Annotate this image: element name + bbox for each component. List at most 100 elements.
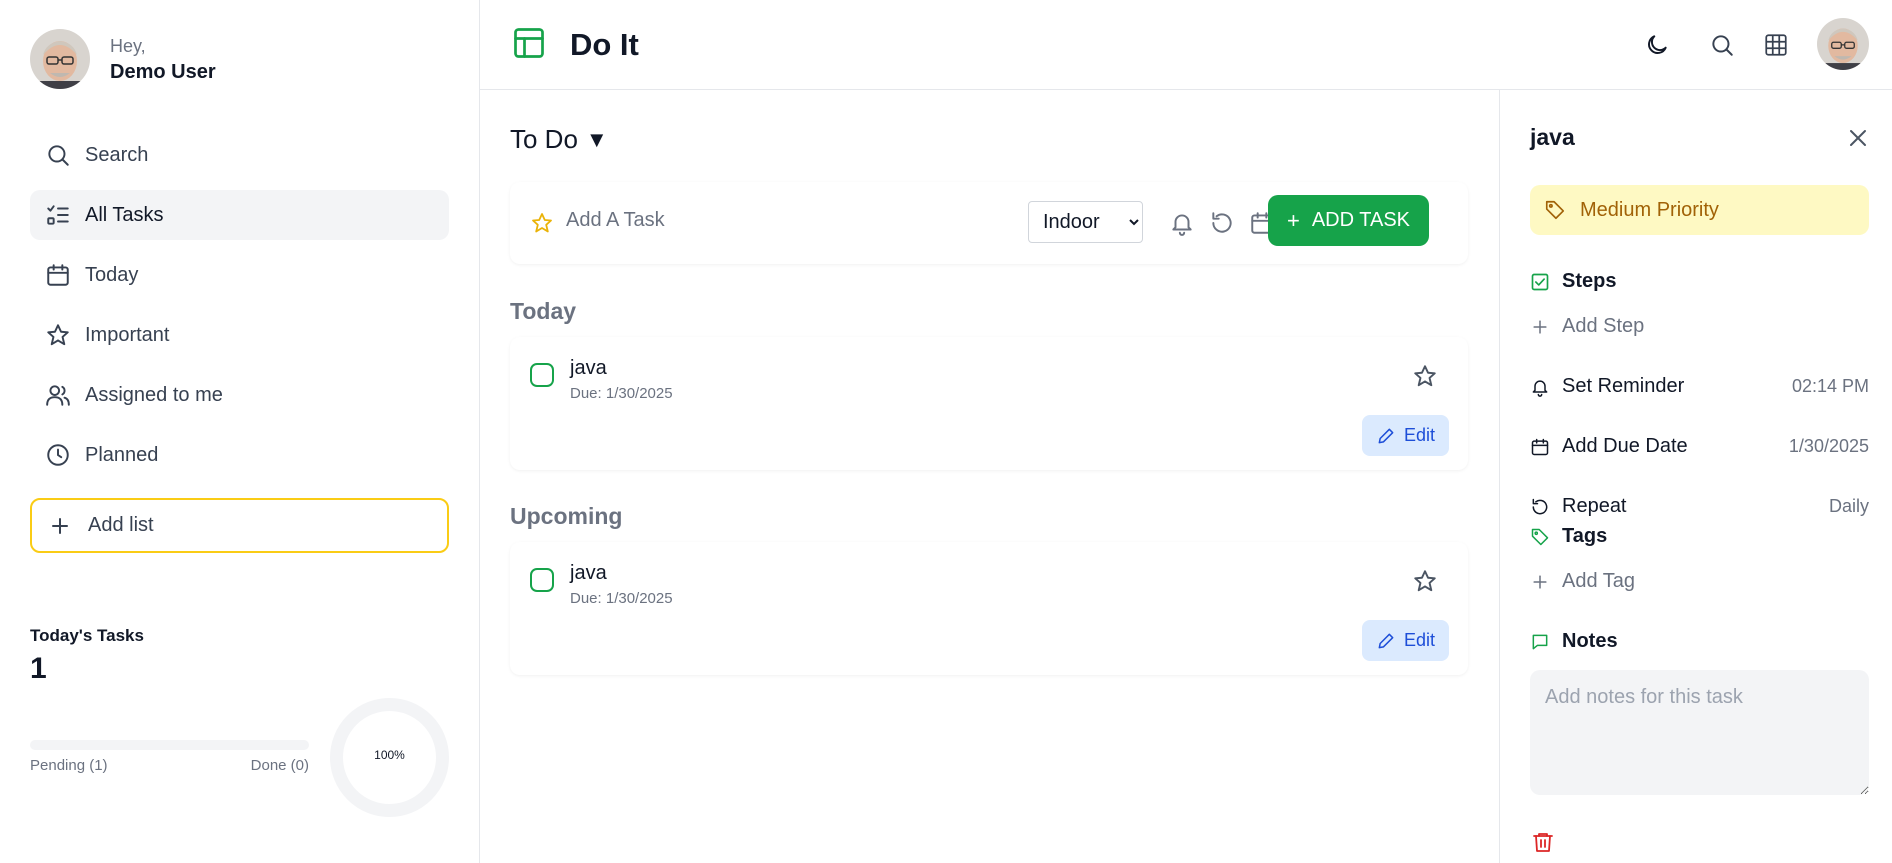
sidebar-item-label: Search xyxy=(85,143,149,166)
priority-label: Medium Priority xyxy=(1580,198,1719,221)
task-card[interactable]: java Due: 1/30/2025 Edit xyxy=(510,337,1468,470)
notes-textarea[interactable] xyxy=(1530,670,1869,795)
bell-icon xyxy=(1532,379,1548,397)
category-select[interactable]: IndoorOutdoor xyxy=(1028,201,1143,243)
greeting-text: Hey, xyxy=(110,36,146,56)
due-date-label: Add Due Date xyxy=(1562,435,1688,457)
task-due-date: Due: 1/30/2025 xyxy=(570,385,673,402)
task-name: java xyxy=(570,357,607,379)
task-main: To Do ▼ IndoorOutdoor + ADD TASK Today j… xyxy=(480,90,1499,863)
task-card[interactable]: java Due: 1/30/2025 Edit xyxy=(510,542,1468,675)
sidebar: Hey, Demo User Search All Tasks Today Im… xyxy=(0,0,480,863)
repeat-label: Repeat xyxy=(1562,495,1627,517)
sidebar-item-all-tasks[interactable]: All Tasks xyxy=(30,190,449,240)
sidebar-item-assigned[interactable]: Assigned to me xyxy=(30,370,449,420)
pending-count: Pending (1) xyxy=(30,757,108,774)
moon-icon[interactable] xyxy=(1644,32,1670,58)
list-checks-icon xyxy=(47,205,69,225)
edit-button[interactable]: Edit xyxy=(1362,620,1449,661)
plus-icon xyxy=(1533,574,1547,589)
task-detail-panel: java Medium Priority Steps Add Step Set … xyxy=(1499,90,1892,863)
grid-icon[interactable] xyxy=(1763,32,1789,58)
tag-icon xyxy=(1531,528,1549,545)
checkbox-icon xyxy=(1531,273,1549,290)
search-icon xyxy=(48,145,69,166)
edit-label: Edit xyxy=(1403,630,1436,650)
set-reminder-row[interactable]: Set Reminder 02:14 PM xyxy=(1530,375,1869,398)
tags-label: Tags xyxy=(1562,525,1608,547)
sidebar-nav: Search All Tasks Today Important Assigne… xyxy=(30,130,449,490)
tags-header: Tags xyxy=(1530,525,1869,548)
add-task-card: IndoorOutdoor + ADD TASK xyxy=(510,182,1468,264)
steps-label: Steps xyxy=(1562,270,1617,292)
close-icon[interactable] xyxy=(1846,126,1870,150)
sidebar-item-label: All Tasks xyxy=(85,203,164,226)
add-task-button[interactable]: + ADD TASK xyxy=(1268,195,1429,246)
add-tag-button[interactable]: Add Tag xyxy=(1530,570,1869,593)
avatar[interactable] xyxy=(30,29,90,89)
star-icon xyxy=(47,324,69,346)
plus-icon xyxy=(52,517,68,534)
star-icon[interactable] xyxy=(530,211,554,235)
sidebar-item-today[interactable]: Today xyxy=(30,250,449,300)
detail-title: java xyxy=(1530,124,1575,150)
done-count: Done (0) xyxy=(250,757,309,774)
repeat-icon[interactable] xyxy=(1209,210,1235,236)
progress-bar xyxy=(30,740,309,750)
reminder-label: Set Reminder xyxy=(1562,375,1685,397)
pencil-icon xyxy=(1378,633,1394,648)
sidebar-item-label: Important xyxy=(85,323,170,346)
task-name: java xyxy=(570,562,607,584)
star-icon[interactable] xyxy=(1412,363,1438,389)
priority-badge[interactable]: Medium Priority xyxy=(1530,185,1869,235)
reminder-value: 02:14 PM xyxy=(1791,376,1869,396)
steps-header: Steps xyxy=(1530,270,1869,293)
edit-button[interactable]: Edit xyxy=(1362,415,1449,456)
trash-icon[interactable] xyxy=(1531,830,1555,854)
pencil-icon xyxy=(1378,428,1394,443)
section-title-upcoming: Upcoming xyxy=(510,503,623,529)
due-date-row[interactable]: Add Due Date 1/30/2025 xyxy=(1530,435,1869,458)
task-due-date: Due: 1/30/2025 xyxy=(570,590,673,607)
add-step-button[interactable]: Add Step xyxy=(1530,315,1869,338)
tag-icon xyxy=(1545,200,1565,220)
sidebar-item-planned[interactable]: Planned xyxy=(30,430,449,480)
avatar[interactable] xyxy=(1817,18,1869,70)
search-icon[interactable] xyxy=(1709,32,1735,58)
section-title-today: Today xyxy=(510,298,577,324)
calendar-icon xyxy=(47,264,69,286)
add-list-button[interactable]: Add list xyxy=(30,498,449,553)
list-title-text: To Do xyxy=(510,124,578,154)
layout-logo-icon xyxy=(514,28,544,58)
plus-icon: + xyxy=(1286,207,1300,233)
repeat-value: Daily xyxy=(1828,496,1869,516)
todays-tasks-count: 1 xyxy=(30,652,47,685)
plus-icon xyxy=(1533,319,1547,334)
progress-percent: 100% xyxy=(374,748,405,762)
caret-down-icon: ▼ xyxy=(585,126,608,152)
todays-tasks-label: Today's Tasks xyxy=(30,626,144,645)
edit-label: Edit xyxy=(1403,425,1436,445)
star-icon[interactable] xyxy=(1412,568,1438,594)
add-task-button-label: ADD TASK xyxy=(1311,209,1411,231)
task-checkbox[interactable] xyxy=(530,363,554,387)
top-header: Do It xyxy=(480,0,1892,90)
bell-icon[interactable] xyxy=(1169,210,1195,236)
sidebar-item-label: Today xyxy=(85,263,139,286)
task-checkbox[interactable] xyxy=(530,568,554,592)
add-list-label: Add list xyxy=(88,514,154,536)
user-name: Demo User xyxy=(110,61,216,83)
notes-label: Notes xyxy=(1562,630,1618,652)
list-title[interactable]: To Do ▼ xyxy=(510,124,608,155)
user-greeting: Hey, Demo User xyxy=(30,29,216,89)
sidebar-item-label: Planned xyxy=(85,443,159,466)
sidebar-item-label: Assigned to me xyxy=(85,383,223,406)
add-tag-label: Add Tag xyxy=(1562,570,1636,592)
due-date-value: 1/30/2025 xyxy=(1788,436,1869,456)
sidebar-item-search[interactable]: Search xyxy=(30,130,449,180)
message-icon xyxy=(1532,634,1548,649)
add-task-input[interactable] xyxy=(566,209,966,232)
sidebar-item-important[interactable]: Important xyxy=(30,310,449,360)
calendar-icon xyxy=(1531,438,1549,455)
repeat-row[interactable]: Repeat Daily xyxy=(1530,495,1869,518)
